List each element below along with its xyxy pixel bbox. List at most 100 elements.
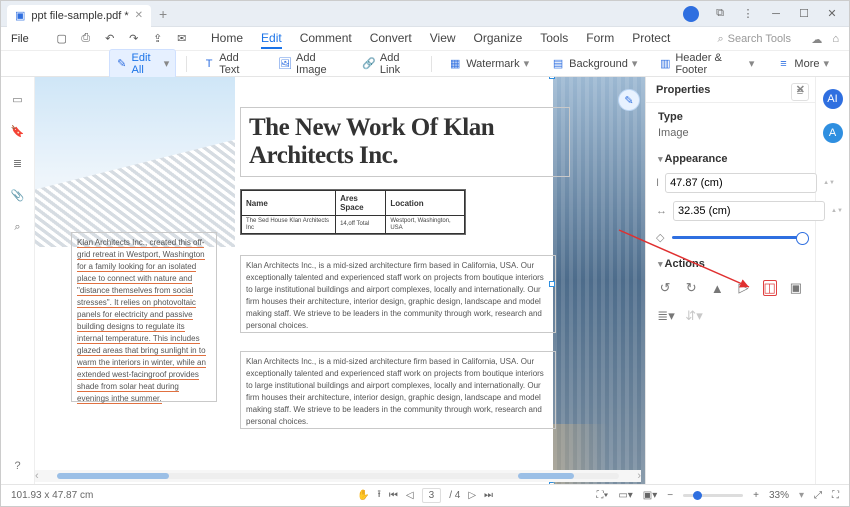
- new-tab-button[interactable]: +: [159, 6, 167, 22]
- view-mode-icon[interactable]: ▭▾: [618, 490, 632, 501]
- tab-edit[interactable]: Edit: [261, 31, 282, 49]
- horizontal-scrollbar[interactable]: ‹ ›: [35, 470, 641, 482]
- last-page-icon[interactable]: ⏭: [484, 490, 493, 501]
- ai-badge[interactable]: AI: [823, 89, 843, 109]
- text-column-2[interactable]: Klan Architects Inc., is a mid-sized arc…: [240, 255, 556, 333]
- search-tools-input[interactable]: Search Tools: [717, 33, 791, 46]
- share-icon[interactable]: ⇪: [151, 32, 165, 46]
- zoom-out-icon[interactable]: −: [667, 490, 673, 501]
- tab-form[interactable]: Form: [586, 31, 614, 49]
- page-input[interactable]: 3: [422, 488, 442, 503]
- add-image-button[interactable]: 🖼Add Image: [272, 50, 346, 78]
- type-label: Type: [646, 103, 815, 127]
- pencil-icon: ✎: [116, 57, 128, 71]
- tab-organize[interactable]: Organize: [474, 31, 523, 49]
- titlebar: ▣ ppt file-sample.pdf * ✕ + ⧉ ⋮ ─ ☐ ✕: [1, 1, 849, 27]
- zoom-in-icon[interactable]: +: [753, 490, 759, 501]
- attachments-icon[interactable]: 📎: [10, 187, 26, 203]
- cloud-icon[interactable]: ☁: [811, 33, 822, 46]
- bg-image-left: [35, 77, 235, 247]
- close-window-icon[interactable]: ✕: [825, 7, 839, 21]
- tab-protect[interactable]: Protect: [632, 31, 670, 49]
- pdf-icon: ▣: [15, 9, 25, 22]
- home-icon[interactable]: ⌂: [832, 33, 839, 46]
- add-text-button[interactable]: TAdd Text: [197, 50, 262, 78]
- undo-icon[interactable]: ↶: [103, 32, 117, 46]
- th-location: Location: [386, 191, 465, 216]
- fit-width-icon[interactable]: ⛶▾: [596, 490, 608, 501]
- zoom-value: 33%: [769, 490, 789, 501]
- watermark-icon: ▦: [448, 57, 462, 71]
- prev-page-icon[interactable]: ◁: [406, 490, 414, 501]
- bookmarks-icon[interactable]: 🔖: [10, 123, 26, 139]
- rotate-right-icon[interactable]: ↻: [684, 280, 698, 296]
- overflow-icon[interactable]: ⋮: [741, 7, 755, 21]
- thumbnails-icon[interactable]: ▭: [10, 91, 26, 107]
- fullscreen-icon[interactable]: ⛶: [832, 490, 839, 501]
- add-link-button[interactable]: 🔗Add Link: [356, 50, 421, 78]
- read-mode-icon[interactable]: ▣▾: [643, 490, 657, 501]
- help-icon[interactable]: ?: [10, 458, 26, 474]
- layers-icon[interactable]: ≣: [10, 155, 26, 171]
- info-table[interactable]: Name Ares Space Location The Sed House K…: [240, 189, 466, 235]
- flip-h-icon[interactable]: ▲: [710, 280, 724, 296]
- minimize-icon[interactable]: ─: [769, 7, 783, 21]
- select-tool-icon[interactable]: ⭱: [377, 487, 381, 504]
- page-total: / 4: [449, 490, 460, 501]
- watermark-button[interactable]: ▦Watermark▾: [442, 55, 535, 73]
- background-button[interactable]: ▤Background▾: [545, 55, 643, 73]
- actions-section[interactable]: Actions: [646, 250, 815, 274]
- tab-tools[interactable]: Tools: [540, 31, 568, 49]
- assist-badge[interactable]: A: [823, 123, 843, 143]
- header-footer-icon: ▥: [659, 57, 671, 71]
- replace-image-icon[interactable]: ▣: [789, 280, 803, 296]
- zoom-slider[interactable]: [683, 494, 743, 497]
- properties-panel: ≡ Properties ✕ Type Image Appearance I ▲…: [645, 77, 815, 484]
- flip-v-icon[interactable]: ▷: [736, 280, 750, 296]
- opacity-slider[interactable]: [672, 236, 805, 239]
- close-tab-icon[interactable]: ✕: [135, 10, 143, 21]
- text-column-3[interactable]: Klan Architects Inc., is a mid-sized arc…: [240, 351, 556, 429]
- appearance-section[interactable]: Appearance: [646, 145, 815, 169]
- tab-comment[interactable]: Comment: [300, 31, 352, 49]
- crop-icon[interactable]: ◫: [763, 280, 777, 296]
- width-spinner[interactable]: ▲▼: [823, 180, 833, 186]
- hand-tool-icon[interactable]: ✋: [357, 490, 369, 501]
- link-icon: 🔗: [362, 57, 376, 71]
- text-icon: T: [203, 57, 215, 71]
- tab-convert[interactable]: Convert: [370, 31, 412, 49]
- header-footer-button[interactable]: ▥Header & Footer▾: [653, 50, 760, 78]
- document-tab[interactable]: ▣ ppt file-sample.pdf * ✕: [7, 5, 151, 27]
- window-restore-icon[interactable]: ⧉: [713, 7, 727, 21]
- height-spinner[interactable]: ▲▼: [831, 208, 841, 214]
- search-icon[interactable]: ⌕: [10, 219, 26, 235]
- more-button[interactable]: ≡More▾: [770, 55, 835, 73]
- text-column-1[interactable]: Klan Architects Inc., created this off-g…: [71, 232, 217, 402]
- tab-home[interactable]: Home: [211, 31, 243, 49]
- more-icon: ≡: [776, 57, 790, 71]
- print-icon[interactable]: ⎙: [79, 32, 93, 46]
- fit-page-icon[interactable]: ⤢: [814, 490, 822, 501]
- next-page-icon[interactable]: ▷: [468, 490, 476, 501]
- tab-view[interactable]: View: [430, 31, 456, 49]
- edit-all-button[interactable]: ✎Edit All▾: [109, 49, 176, 79]
- width-input[interactable]: [665, 173, 817, 193]
- headline-textbox[interactable]: The New Work Of Klan Architects Inc.: [240, 107, 570, 177]
- height-input[interactable]: [673, 201, 825, 221]
- th-name: Name: [242, 191, 336, 216]
- image-icon: 🖼: [278, 57, 292, 71]
- redo-icon[interactable]: ↷: [127, 32, 141, 46]
- maximize-icon[interactable]: ☐: [797, 7, 811, 21]
- file-menu[interactable]: File: [11, 33, 29, 45]
- panel-settings-icon[interactable]: ≡: [791, 83, 809, 101]
- height-field[interactable]: ↔ ▲▼: [656, 201, 805, 221]
- image-quick-action-icon[interactable]: ✎: [618, 89, 640, 111]
- document-canvas: ✎ The New Work Of Klan Architects Inc. N…: [35, 77, 645, 484]
- rotate-left-icon[interactable]: ↺: [658, 280, 672, 296]
- align-icon[interactable]: ≣▾: [658, 308, 674, 324]
- user-avatar[interactable]: [683, 6, 699, 22]
- width-field[interactable]: I ▲▼: [656, 173, 805, 193]
- save-icon[interactable]: ▢: [55, 32, 69, 46]
- mail-icon[interactable]: ✉: [175, 32, 189, 46]
- first-page-icon[interactable]: ⏮: [389, 490, 398, 501]
